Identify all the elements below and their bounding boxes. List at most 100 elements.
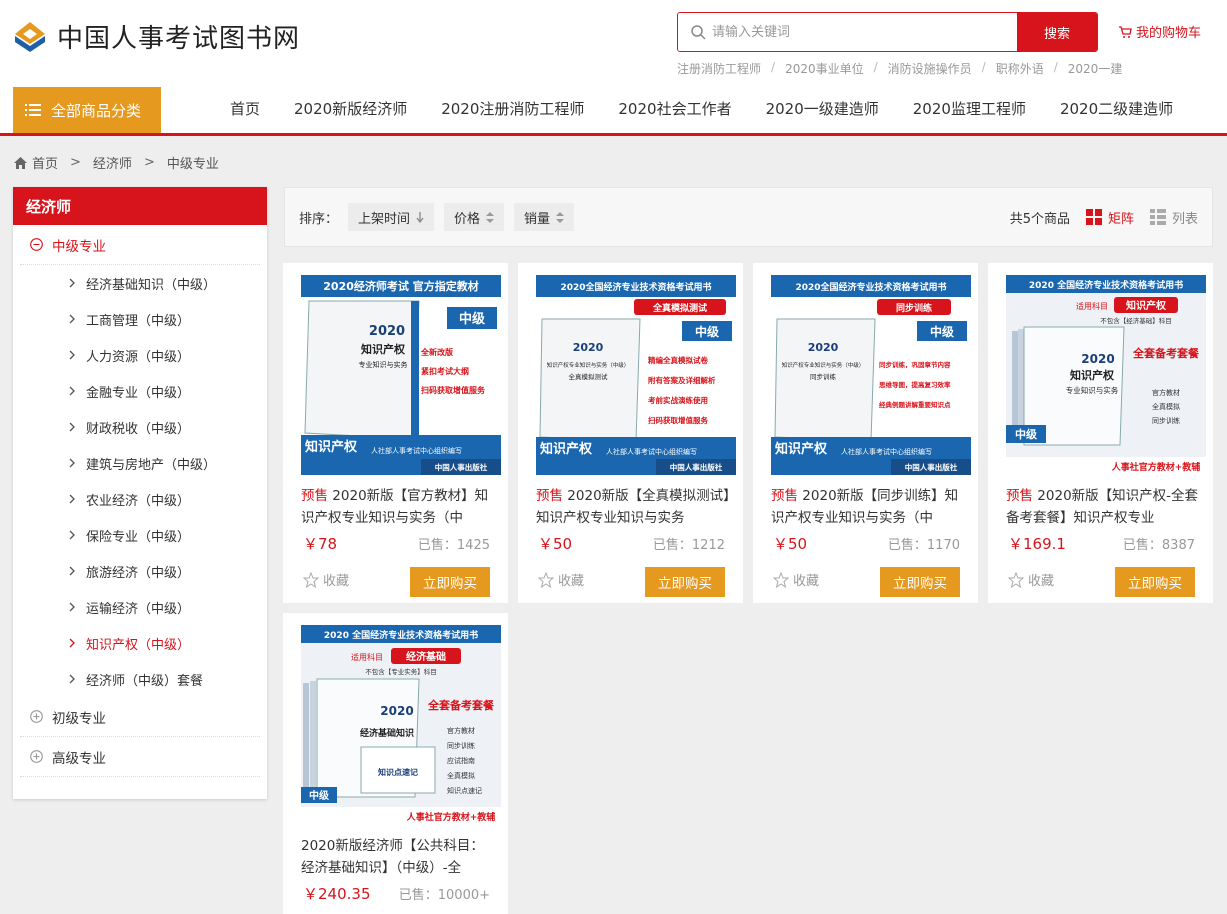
sidebar-group-senior[interactable]: 高级专业: [20, 737, 260, 777]
sort-icon: [556, 211, 565, 223]
chevron-right-icon: [69, 386, 75, 396]
cover-point: 扫码获取增值服务: [648, 415, 708, 425]
cover-point: 精编全真模拟试卷: [648, 355, 708, 365]
favorite-label: 收藏: [323, 574, 350, 589]
sidebar-subitem[interactable]: 人力资源（中级）: [13, 337, 267, 373]
home-icon: [14, 156, 27, 169]
cover-footer: 人事社官方教材+教辅: [406, 811, 496, 823]
cover-footer: 人事社官方教材+教辅: [1111, 461, 1201, 473]
site-logo[interactable]: 中国人事考试图书网: [13, 18, 300, 55]
nav-item-constructor-1[interactable]: 2020一级建造师: [766, 98, 879, 119]
nav-item-home[interactable]: 首页: [230, 98, 260, 119]
sidebar-subitem-label: 经济师（中级）套餐: [86, 673, 204, 689]
collapse-icon: [30, 238, 43, 251]
chevron-right-icon: [69, 638, 75, 648]
favorite-button[interactable]: 收藏: [538, 570, 584, 589]
cover-subject: 知识产权: [540, 441, 593, 457]
sidebar-subitem[interactable]: 旅游经济（中级）: [13, 553, 267, 589]
sort-by-price[interactable]: 价格: [444, 203, 505, 231]
nav-item-constructor-2[interactable]: 2020二级建造师: [1060, 98, 1173, 119]
chevron-right-icon: [69, 422, 75, 432]
sort-by-sales[interactable]: 销量: [514, 203, 575, 231]
main-nav: 首页 2020新版经济师 2020注册消防工程师 2020社会工作者 2020一…: [230, 98, 1207, 119]
all-categories-button[interactable]: 全部商品分类: [13, 87, 161, 133]
product-cover-image[interactable]: 2020 全国经济专业技术资格考试用书 适用科目 经济基础 不包含【专业实务】科…: [301, 625, 501, 825]
favorite-button[interactable]: 收藏: [1008, 570, 1054, 589]
product-card[interactable]: 2020全国经济专业技术资格考试用书 同步训练 2020 知识产权专业知识与实务…: [753, 263, 978, 603]
favorite-button[interactable]: 收藏: [773, 570, 819, 589]
cover-book: 经济基础知识: [360, 727, 414, 739]
product-title[interactable]: 预售 2020新版【知识产权-全套备考套餐】知识产权专业: [1006, 485, 1201, 529]
favorite-label: 收藏: [1028, 574, 1055, 589]
nav-item-social-worker[interactable]: 2020社会工作者: [618, 98, 731, 119]
cover-publisher: 中国人事出版社: [905, 462, 958, 472]
cover-level: 中级: [459, 311, 486, 327]
product-title[interactable]: 预售 2020新版【全真模拟测试】知识产权专业知识与实务: [536, 485, 731, 529]
hot-keyword[interactable]: 注册消防工程师: [677, 60, 761, 77]
hot-keyword[interactable]: 职称外语: [996, 60, 1044, 77]
chevron-right-icon: [69, 674, 75, 684]
product-title[interactable]: 2020新版经济师【公共科目：经济基础知识】（中级）-全: [301, 835, 496, 879]
nav-item-economist[interactable]: 2020新版经济师: [294, 98, 407, 119]
cover-item: 同步训练: [447, 741, 475, 750]
cover-top: 2020经济师考试 官方指定教材: [323, 279, 478, 293]
nav-item-fire-engineer[interactable]: 2020注册消防工程师: [441, 98, 584, 119]
sidebar-subitem[interactable]: 经济师（中级）套餐: [13, 661, 267, 697]
product-card[interactable]: 2020 全国经济专业技术资格考试用书 适用科目 经济基础 不包含【专业实务】科…: [283, 613, 508, 914]
sidebar-subitem[interactable]: 保险专业（中级）: [13, 517, 267, 553]
star-icon: [303, 571, 319, 588]
sidebar-subitem[interactable]: 金融专业（中级）: [13, 373, 267, 409]
favorite-button[interactable]: 收藏: [303, 570, 349, 589]
cover-book2: 专业知识与实务: [1066, 385, 1119, 395]
cover-year: 2020: [573, 341, 604, 354]
sidebar-subitem[interactable]: 运输经济（中级）: [13, 589, 267, 625]
buy-now-button[interactable]: 立即购买: [1115, 567, 1195, 597]
sidebar-subitem[interactable]: 建筑与房地产（中级）: [13, 445, 267, 481]
product-card[interactable]: 2020全国经济专业技术资格考试用书 全真模拟测试 2020 知识产权专业知识与…: [518, 263, 743, 603]
sidebar-subitem[interactable]: 农业经济（中级）: [13, 481, 267, 517]
sort-by-date[interactable]: 上架时间: [348, 203, 435, 231]
product-card[interactable]: 2020经济师考试 官方指定教材 2020 知识产权 专业知识与实务 中级 全新…: [283, 263, 508, 603]
nav-item-supervisor[interactable]: 2020监理工程师: [913, 98, 1026, 119]
cover-subject: 知识产权: [775, 441, 828, 457]
sidebar-subitem-label: 保险专业（中级）: [86, 529, 191, 545]
hot-keyword[interactable]: 2020一建: [1068, 60, 1123, 77]
chevron-right-icon: [69, 350, 75, 360]
search-input[interactable]: [678, 13, 1017, 51]
product-cover-image[interactable]: 2020经济师考试 官方指定教材 2020 知识产权 专业知识与实务 中级 全新…: [301, 275, 501, 475]
category-sidebar: 经济师 中级专业 经济基础知识（中级） 工商管理（中级） 人力资源（中级） 金融专业（…: [13, 187, 267, 799]
buy-now-button[interactable]: 立即购买: [645, 567, 725, 597]
chevron-right-icon: [69, 494, 75, 504]
sort-icon: [486, 211, 495, 223]
sidebar-group-intermediate[interactable]: 中级专业: [20, 225, 260, 265]
view-list-button[interactable]: 列表: [1149, 208, 1198, 227]
product-title[interactable]: 预售 2020新版【同步训练】知识产权专业知识与实务（中: [771, 485, 966, 529]
cover-year: 2020: [1081, 352, 1114, 366]
buy-now-button[interactable]: 立即购买: [410, 567, 490, 597]
sidebar-subitem[interactable]: 财政税收（中级）: [13, 409, 267, 445]
product-title[interactable]: 预售 2020新版【官方教材】知识产权专业知识与实务（中: [301, 485, 496, 529]
sidebar-subitem[interactable]: 工商管理（中级）: [13, 301, 267, 337]
hot-keyword[interactable]: 消防设施操作员: [888, 60, 972, 77]
logo-icon: [15, 21, 45, 52]
product-title-text: 2020新版经济师【公共科目：经济基础知识】（中级）-全: [301, 838, 484, 876]
view-grid-button[interactable]: 矩阵: [1085, 208, 1134, 227]
product-cover-image[interactable]: 2020全国经济专业技术资格考试用书 同步训练 2020 知识产权专业知识与实务…: [771, 275, 971, 475]
cover-year: 2020: [380, 704, 413, 718]
sidebar-subitem-label: 经济基础知识（中级）: [86, 277, 217, 293]
cover-top: 2020 全国经济专业技术资格考试用书: [324, 629, 478, 641]
breadcrumb-home[interactable]: 首页: [32, 153, 58, 172]
product-cover-image[interactable]: 2020 全国经济专业技术资格考试用书 适用科目 知识产权 不包含【经济基础】科…: [1006, 275, 1206, 475]
sidebar-group-junior[interactable]: 初级专业: [20, 697, 260, 737]
sidebar-subitem[interactable]: 知识产权（中级）: [13, 625, 267, 661]
cover-badge: 全真模拟测试: [652, 302, 707, 314]
buy-now-button[interactable]: 立即购买: [880, 567, 960, 597]
search-button[interactable]: 搜索: [1017, 13, 1097, 51]
product-price: ￥50: [538, 535, 573, 553]
cart-link[interactable]: 我的购物车: [1118, 22, 1201, 41]
product-card[interactable]: 2020 全国经济专业技术资格考试用书 适用科目 知识产权 不包含【经济基础】科…: [988, 263, 1213, 603]
hot-keyword[interactable]: 2020事业单位: [785, 60, 864, 77]
product-cover-image[interactable]: 2020全国经济专业技术资格考试用书 全真模拟测试 2020 知识产权专业知识与…: [536, 275, 736, 475]
sidebar-subitem[interactable]: 经济基础知识（中级）: [13, 265, 267, 301]
breadcrumb-economist[interactable]: 经济师: [93, 153, 132, 172]
